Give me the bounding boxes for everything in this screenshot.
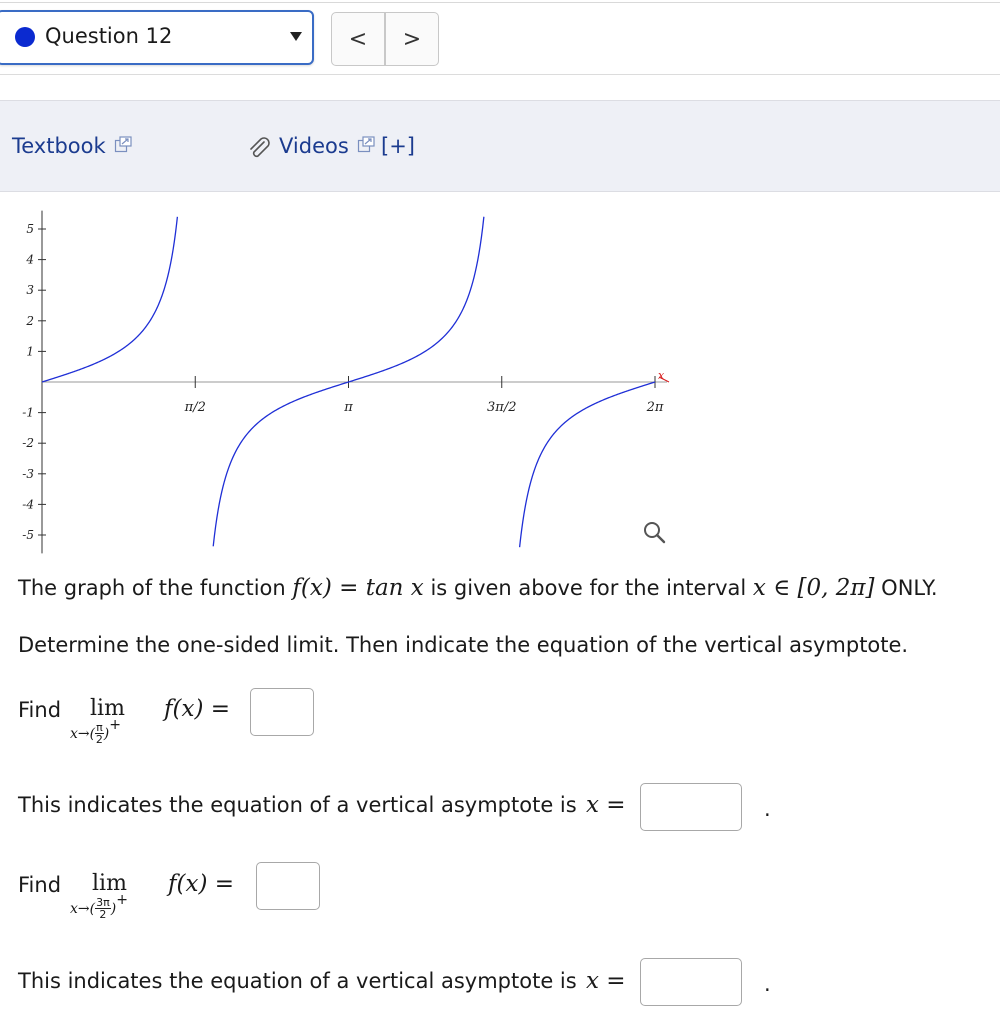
period-1: . [764,797,771,821]
videos-link[interactable]: Videos [279,134,376,158]
question-status-dot [15,27,35,47]
top-divider [0,2,1000,3]
question-select-label: Question 12 [45,24,173,48]
period-2: . [764,972,771,996]
previous-question-button[interactable]: < [331,12,385,66]
limit-subscript-2: x→(3π 2)+ [70,892,128,921]
header-divider [0,74,1000,75]
magnifier-icon[interactable] [642,520,668,546]
textbook-label: Textbook [12,134,106,158]
find-label-2: Find [18,873,62,897]
textbook-link[interactable]: Textbook [12,134,132,158]
paperclip-icon [250,137,270,158]
external-link-icon [358,136,376,153]
expand-videos-button[interactable]: [+] [381,134,415,158]
external-link-icon [115,136,132,153]
y-tick-label: 1 [26,344,34,358]
x-tick-label: 2π [646,400,664,415]
find-label-1: Find [18,698,62,722]
resource-bar [0,100,1000,192]
y-tick-label: 3 [26,283,34,297]
asymptote-answer-2-input[interactable] [640,958,742,1006]
next-question-button[interactable]: > [385,12,439,66]
asymptote-text-2: This indicates the equation of a vertica… [18,969,577,993]
y-tick-label: -5 [22,528,34,542]
y-tick-label: -2 [22,436,34,450]
chevron-left-icon: < [348,26,368,52]
fx-equals-2: f(x) = [168,871,235,897]
x-tick-label: π/2 [184,400,206,415]
asymptote-answer-1-input[interactable] [640,783,742,831]
asymptote-var-2: x = [586,968,626,994]
y-tick-label: 5 [26,222,34,236]
chevron-right-icon: > [402,26,422,52]
y-tick-label: -4 [22,497,34,511]
asymptote-var-1: x = [586,792,626,818]
tan-branch-3 [518,381,656,548]
y-tick-label: 4 [25,253,34,267]
x-tick-label: π [343,400,353,415]
fx-equals-1: f(x) = [164,696,231,722]
y-tick-label: -3 [22,467,34,481]
limit-subscript-1: x→(π 2)+ [70,717,121,746]
problem-intro: The graph of the function f(x) = tan x i… [18,575,938,601]
asymptote-text-1: This indicates the equation of a vertica… [18,793,577,817]
x-axis-marker: x [658,369,665,382]
chevron-down-icon[interactable] [290,32,302,41]
y-tick-label: 2 [25,314,34,328]
y-tick-label: -1 [22,406,34,420]
videos-label: Videos [279,134,349,158]
x-tick-label: 3π/2 [487,400,516,415]
limit-answer-1-input[interactable] [250,688,314,736]
problem-instruction: Determine the one-sided limit. Then indi… [18,633,909,657]
graph-axes: x [38,210,670,554]
tan-branch-1 [41,216,179,383]
limit-answer-2-input[interactable] [256,862,320,910]
tan-graph: x 5 4 3 2 1 -1 -2 -3 -4 -5 π/2 π 3π/2 2π [22,210,670,554]
